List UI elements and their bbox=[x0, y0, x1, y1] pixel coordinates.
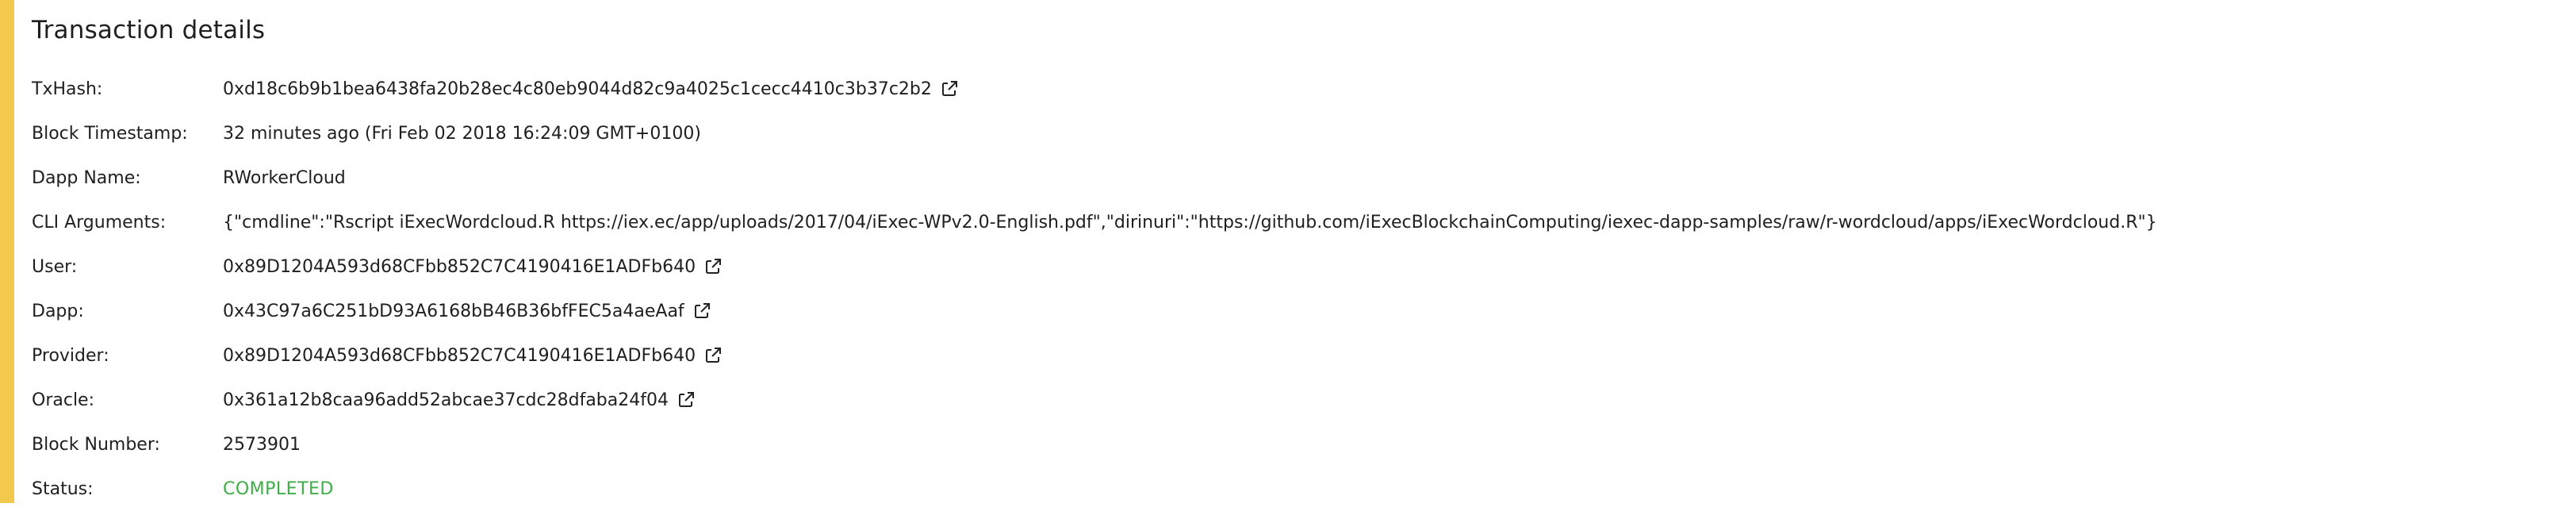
provider-value: 0x89D1204A593d68CFbb852C7C4190416E1ADFb6… bbox=[223, 345, 696, 366]
user-label: User: bbox=[32, 256, 78, 277]
txhash-value-container: 0xd18c6b9b1bea6438fa20b28ec4c80eb9044d82… bbox=[223, 79, 959, 99]
user-value-container: 0x89D1204A593d68CFbb852C7C4190416E1ADFb6… bbox=[223, 257, 723, 277]
user-external-link-icon[interactable] bbox=[703, 257, 723, 276]
status-label: Status: bbox=[32, 478, 94, 499]
row-oracle: Oracle: 0x361a12b8caa96add52abcae37cdc28… bbox=[32, 378, 2554, 422]
txhash-value: 0xd18c6b9b1bea6438fa20b28ec4c80eb9044d82… bbox=[223, 79, 932, 99]
details-list: TxHash: 0xd18c6b9b1bea6438fa20b28ec4c80e… bbox=[32, 67, 2554, 511]
dapp-external-link-icon[interactable] bbox=[692, 302, 711, 321]
status-badge: COMPLETED bbox=[223, 478, 334, 499]
dapp-name-label: Dapp Name: bbox=[32, 167, 141, 188]
oracle-label: Oracle: bbox=[32, 390, 94, 410]
block-number-value: 2573901 bbox=[223, 434, 301, 455]
dapp-value-container: 0x43C97a6C251bD93A6168bB46B36bfFEC5a4aeA… bbox=[223, 302, 711, 321]
user-value: 0x89D1204A593d68CFbb852C7C4190416E1ADFb6… bbox=[223, 256, 696, 277]
row-dapp-name: Dapp Name: RWorkerCloud bbox=[32, 156, 2554, 200]
dapp-label: Dapp: bbox=[32, 301, 84, 321]
oracle-value: 0x361a12b8caa96add52abcae37cdc28dfaba24f… bbox=[223, 390, 669, 410]
row-cli-arguments: CLI Arguments: {"cmdline":"Rscript iExec… bbox=[32, 200, 2554, 244]
txhash-label: TxHash: bbox=[32, 79, 103, 99]
provider-label: Provider: bbox=[32, 345, 109, 366]
txhash-external-link-icon[interactable] bbox=[940, 79, 959, 98]
oracle-external-link-icon[interactable] bbox=[677, 390, 696, 409]
block-timestamp-value: 32 minutes ago (Fri Feb 02 2018 16:24:09… bbox=[223, 123, 701, 144]
row-txhash: TxHash: 0xd18c6b9b1bea6438fa20b28ec4c80e… bbox=[32, 67, 2554, 111]
cli-arguments-value: {"cmdline":"Rscript iExecWordcloud.R htt… bbox=[223, 212, 2157, 232]
transaction-details-panel: Transaction details TxHash: 0xd18c6b9b1b… bbox=[0, 0, 2576, 503]
dapp-value: 0x43C97a6C251bD93A6168bB46B36bfFEC5a4aeA… bbox=[223, 301, 684, 321]
row-block-number: Block Number: 2573901 bbox=[32, 422, 2554, 467]
provider-value-container: 0x89D1204A593d68CFbb852C7C4190416E1ADFb6… bbox=[223, 346, 723, 366]
panel-title: Transaction details bbox=[32, 16, 266, 44]
dapp-name-value: RWorkerCloud bbox=[223, 167, 346, 188]
row-block-timestamp: Block Timestamp: 32 minutes ago (Fri Feb… bbox=[32, 111, 2554, 156]
oracle-value-container: 0x361a12b8caa96add52abcae37cdc28dfaba24f… bbox=[223, 390, 696, 410]
cli-arguments-label: CLI Arguments: bbox=[32, 212, 167, 232]
block-timestamp-label: Block Timestamp: bbox=[32, 123, 188, 144]
row-provider: Provider: 0x89D1204A593d68CFbb852C7C4190… bbox=[32, 333, 2554, 378]
row-user: User: 0x89D1204A593d68CFbb852C7C4190416E… bbox=[32, 244, 2554, 289]
provider-external-link-icon[interactable] bbox=[703, 346, 723, 365]
accent-bar bbox=[0, 0, 14, 503]
block-number-label: Block Number: bbox=[32, 434, 160, 455]
row-status: Status: COMPLETED bbox=[32, 467, 2554, 511]
row-dapp: Dapp: 0x43C97a6C251bD93A6168bB46B36bfFEC… bbox=[32, 289, 2554, 333]
